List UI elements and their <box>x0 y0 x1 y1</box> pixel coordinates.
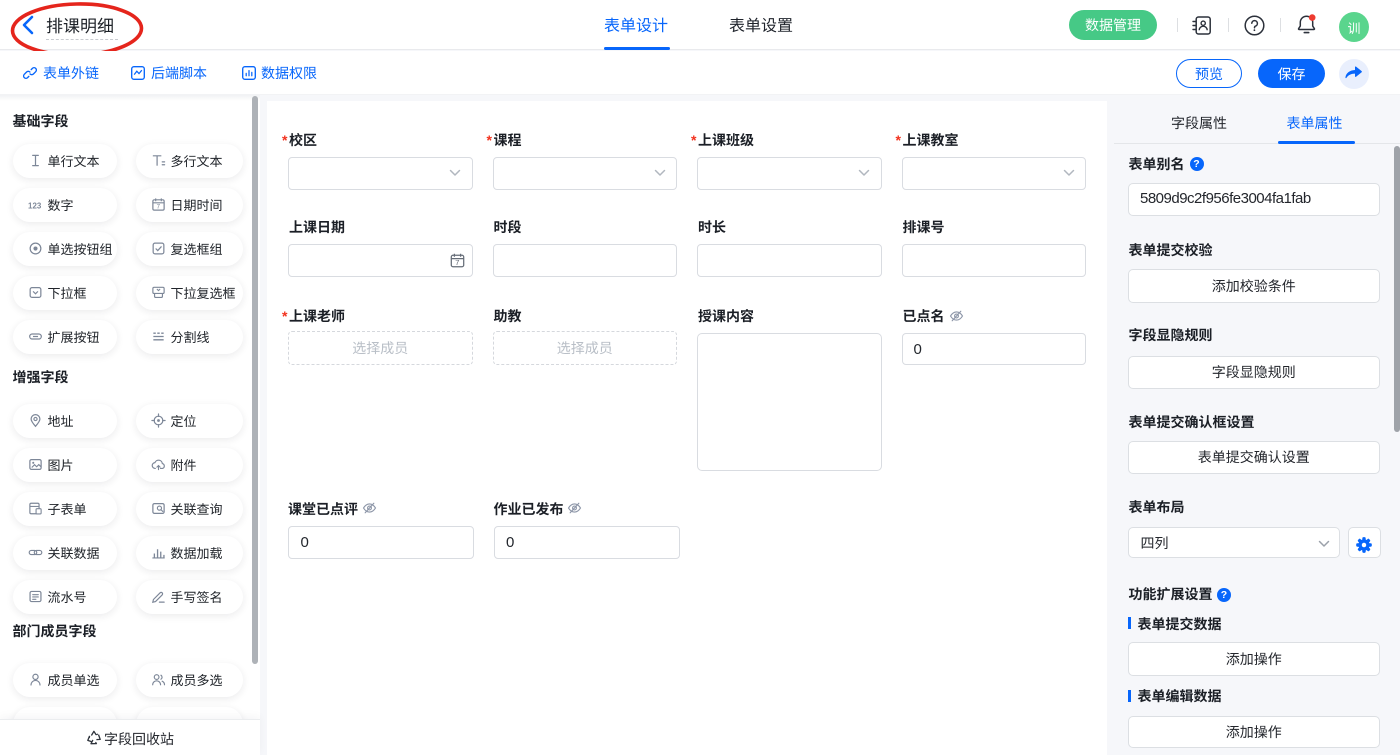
svg-text:7: 7 <box>455 258 459 267</box>
svg-text:123: 123 <box>28 201 42 210</box>
